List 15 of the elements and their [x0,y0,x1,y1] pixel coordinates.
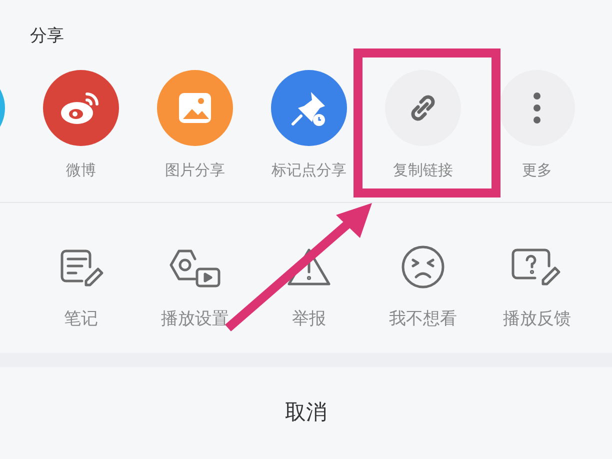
warning-icon[interactable] [285,246,333,288]
action-label: 笔记 [64,308,98,331]
note-edit-icon[interactable] [58,247,104,287]
action-label: 播放反馈 [503,308,571,331]
share-label: 微博 [66,160,96,181]
section-title: 分享 [30,26,64,46]
frown-face-icon[interactable] [401,245,445,289]
share-label: 标记点分享 [272,160,346,181]
action-label: 举报 [292,308,326,331]
share-label: 图片分享 [165,160,225,181]
cancel-button[interactable]: 取消 [261,389,351,437]
share-label: 复制链接 [393,160,453,181]
action-label: 我不想看 [389,308,457,331]
share-label: 更多 [522,160,552,181]
action-label: 播放设置 [161,308,229,331]
